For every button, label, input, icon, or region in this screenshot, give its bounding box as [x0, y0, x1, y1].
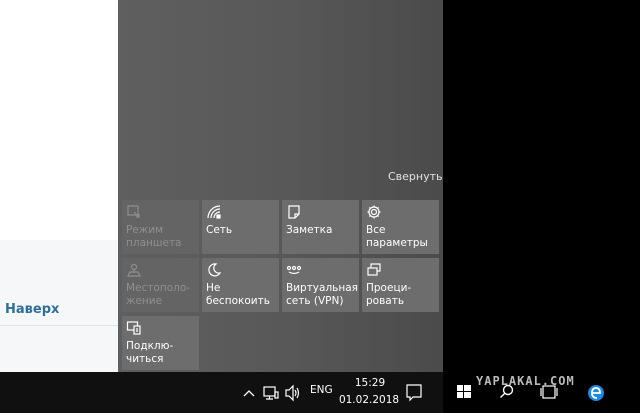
gear-icon — [366, 204, 382, 220]
page-content-area — [0, 0, 118, 240]
task-view-icon[interactable] — [540, 372, 558, 413]
edge-icon[interactable] — [586, 372, 606, 413]
tile-do-not-disturb[interactable]: Не беспокоить — [202, 258, 279, 312]
collapse-link[interactable]: Свернуть — [388, 170, 443, 183]
back-to-top-link[interactable]: Наверх — [5, 302, 59, 317]
tile-label: Подклю- читься — [126, 340, 174, 365]
search-icon[interactable] — [498, 372, 516, 413]
note-icon — [286, 204, 302, 220]
language-indicator[interactable]: ENG — [310, 384, 333, 396]
moon-icon — [206, 262, 222, 278]
windows-start-icon[interactable] — [456, 372, 472, 413]
tile-label: Заметка — [286, 224, 333, 236]
divider — [0, 325, 118, 326]
tile-label: Все параметры — [366, 224, 428, 249]
volume-icon[interactable] — [284, 372, 302, 413]
project-icon — [366, 262, 382, 278]
tile-note[interactable]: Заметка — [282, 200, 359, 254]
tile-tablet-mode[interactable]: Режим планшета — [122, 200, 199, 254]
tile-connect[interactable]: Подклю- читься — [122, 316, 199, 370]
clock-time[interactable]: 15:29 — [346, 377, 394, 389]
notification-icon[interactable] — [405, 372, 423, 413]
browser-page: Наверх — [0, 0, 118, 372]
tile-project[interactable]: Проеци- ровать — [362, 258, 439, 312]
tile-label: Не беспокоить — [206, 282, 270, 307]
clock-date[interactable]: 01.02.2018 — [338, 394, 400, 406]
tile-label: Режим планшета — [126, 224, 182, 249]
network-icon — [206, 204, 222, 220]
watermark: YAPLAKAL.COM — [476, 374, 575, 388]
tile-label: Виртуальная сеть (VPN) — [286, 282, 358, 307]
tile-label: Сеть — [206, 224, 233, 236]
connect-icon — [126, 320, 142, 336]
tablet-mode-icon — [126, 204, 142, 220]
vpn-icon — [286, 262, 302, 278]
tile-network[interactable]: Сеть — [202, 200, 279, 254]
tile-all-settings[interactable]: Все параметры — [362, 200, 439, 254]
tile-label: Местополо- жение — [126, 282, 191, 307]
chevron-up-icon[interactable] — [242, 372, 256, 413]
network-icon[interactable] — [262, 372, 280, 413]
tile-location[interactable]: Местополо- жение — [122, 258, 199, 312]
tile-vpn[interactable]: Виртуальная сеть (VPN) — [282, 258, 359, 312]
location-icon — [126, 262, 142, 278]
tile-label: Проеци- ровать — [366, 282, 412, 307]
